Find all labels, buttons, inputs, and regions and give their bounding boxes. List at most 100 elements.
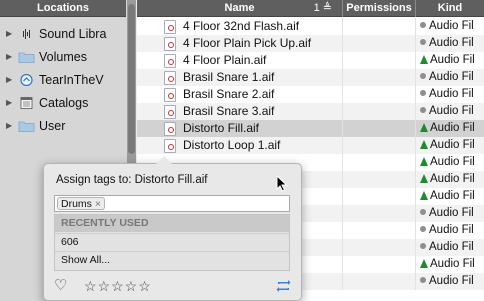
file-kind: Audio Fil — [420, 154, 475, 171]
gray-dot-icon — [420, 90, 426, 96]
column-divider — [342, 103, 343, 120]
column-divider — [342, 137, 343, 154]
disclosure-triangle-icon[interactable]: ▶ — [6, 69, 12, 91]
audio-file-icon — [164, 105, 176, 119]
column-divider — [415, 69, 416, 86]
star-rating[interactable]: ☆☆☆☆☆ — [84, 277, 152, 295]
table-row[interactable]: 4 Floor Plain Pick Up.aif Audio Fil — [137, 35, 484, 52]
heart-icon[interactable]: ♡ — [54, 277, 67, 295]
column-divider — [342, 18, 343, 35]
file-kind-label: Audio Fil — [429, 71, 474, 83]
recently-used-header: RECENTLY USED — [55, 215, 289, 232]
table-row[interactable]: Brasil Snare 1.aif Audio Fil — [137, 69, 484, 86]
column-divider — [415, 18, 416, 35]
file-kind-label: Audio Fil — [430, 54, 475, 66]
gray-dot-icon — [420, 22, 426, 28]
file-kind: Audio Fil — [420, 103, 474, 120]
sidebar-item-label: Volumes — [39, 50, 87, 64]
file-kind: Audio Fil — [420, 239, 474, 256]
sidebar-item-catalogs[interactable]: ▶ Catalogs — [0, 92, 126, 114]
file-kind-label: Audio Fil — [430, 173, 475, 185]
file-name: Distorto Fill.aif — [183, 121, 260, 135]
tag-input-field[interactable]: Drums × — [54, 195, 290, 212]
column-divider — [415, 86, 416, 103]
disclosure-triangle-icon[interactable]: ▶ — [6, 23, 12, 45]
column-divider — [342, 239, 343, 256]
disclosure-triangle-icon[interactable]: ▶ — [6, 46, 12, 68]
sidebar-item-label: Sound Libra — [39, 27, 107, 41]
sync-icon[interactable] — [276, 279, 291, 293]
mouse-cursor-icon — [276, 175, 288, 192]
sidebar-item-home[interactable]: ▶ TearInTheV — [0, 69, 126, 91]
sidebar-item-user[interactable]: ▶ User — [0, 115, 126, 137]
table-row[interactable]: 4 Floor 32nd Flash.aif Audio Fil — [137, 18, 484, 35]
column-header-permissions[interactable]: Permissions — [343, 0, 416, 17]
file-kind-label: Audio Fil — [429, 207, 474, 219]
table-row[interactable]: Brasil Snare 2.aif Audio Fil — [137, 86, 484, 103]
sound-library-icon — [23, 29, 30, 39]
file-kind-label: Audio Fil — [429, 88, 474, 100]
column-header-name[interactable]: Name 1 ≜ — [137, 0, 343, 17]
column-divider — [415, 137, 416, 154]
locations-header[interactable]: Locations — [0, 0, 126, 17]
table-row[interactable]: Distorto Fill.aif Audio Fil — [137, 120, 484, 137]
sort-index: 1 — [313, 2, 320, 14]
file-kind: Audio Fil — [420, 273, 474, 290]
file-kind: Audio Fil — [420, 69, 474, 86]
menu-item-606[interactable]: 606 — [55, 233, 289, 250]
column-divider — [415, 154, 416, 171]
column-divider — [415, 205, 416, 222]
tag-token-drums[interactable]: Drums × — [57, 197, 105, 210]
column-divider — [415, 273, 416, 290]
sidebar-item-volumes[interactable]: ▶ Volumes — [0, 46, 126, 68]
column-header-kind[interactable]: Kind — [416, 0, 484, 17]
green-triangle-icon — [420, 55, 428, 64]
file-kind: Audio Fil — [420, 171, 475, 188]
tag-token-label: Drums — [61, 198, 92, 210]
gray-dot-icon — [420, 39, 426, 45]
file-kind-label: Audio Fil — [429, 241, 474, 253]
sort-indicator: 1 ≜ — [313, 2, 332, 14]
column-divider — [415, 103, 416, 120]
file-kind-label: Audio Fil — [430, 258, 475, 270]
gray-dot-icon — [420, 73, 426, 79]
file-kind: Audio Fil — [420, 86, 474, 103]
file-kind: Audio Fil — [420, 222, 474, 239]
file-kind-label: Audio Fil — [430, 190, 475, 202]
column-divider — [342, 154, 343, 171]
sidebar-item-sound-library[interactable]: ▶ Sound Libra — [0, 23, 126, 45]
table-row[interactable]: Distorto Loop 1.aif Audio Fil — [137, 137, 484, 154]
column-divider — [342, 69, 343, 86]
column-divider — [415, 35, 416, 52]
column-divider — [415, 256, 416, 273]
sidebar-item-label: TearInTheV — [39, 73, 104, 87]
audio-file-icon — [164, 37, 176, 51]
file-kind-label: Audio Fil — [430, 122, 475, 134]
column-divider — [415, 171, 416, 188]
gray-dot-icon — [420, 226, 426, 232]
audio-file-icon — [164, 20, 176, 34]
green-triangle-icon — [420, 191, 428, 200]
column-divider — [342, 120, 343, 137]
file-name: Brasil Snare 1.aif — [183, 70, 275, 84]
disclosure-triangle-icon[interactable]: ▶ — [6, 92, 12, 114]
column-divider — [415, 52, 416, 69]
disclosure-triangle-icon[interactable]: ▶ — [6, 115, 12, 137]
file-name: 4 Floor 32nd Flash.aif — [183, 19, 300, 33]
sidebar-scroll-thumb[interactable] — [128, 4, 135, 154]
column-divider — [342, 273, 343, 290]
column-header-label: Name — [224, 2, 255, 14]
table-row[interactable]: Brasil Snare 3.aif Audio Fil — [137, 103, 484, 120]
table-row[interactable]: 4 Floor Plain.aif Audio Fil — [137, 52, 484, 69]
assign-tags-popover: Assign tags to: Distorto Fill.aif Drums … — [43, 156, 302, 301]
green-triangle-icon — [420, 157, 428, 166]
column-divider — [342, 256, 343, 273]
file-kind: Audio Fil — [420, 205, 474, 222]
tag-remove-icon[interactable]: × — [95, 198, 101, 210]
file-kind-label: Audio Fil — [429, 275, 474, 287]
file-name: Brasil Snare 3.aif — [183, 104, 275, 118]
file-kind: Audio Fil — [420, 52, 475, 69]
catalog-icon — [20, 97, 33, 109]
menu-item-show-all[interactable]: Show All... — [55, 251, 289, 268]
green-triangle-icon — [420, 174, 428, 183]
